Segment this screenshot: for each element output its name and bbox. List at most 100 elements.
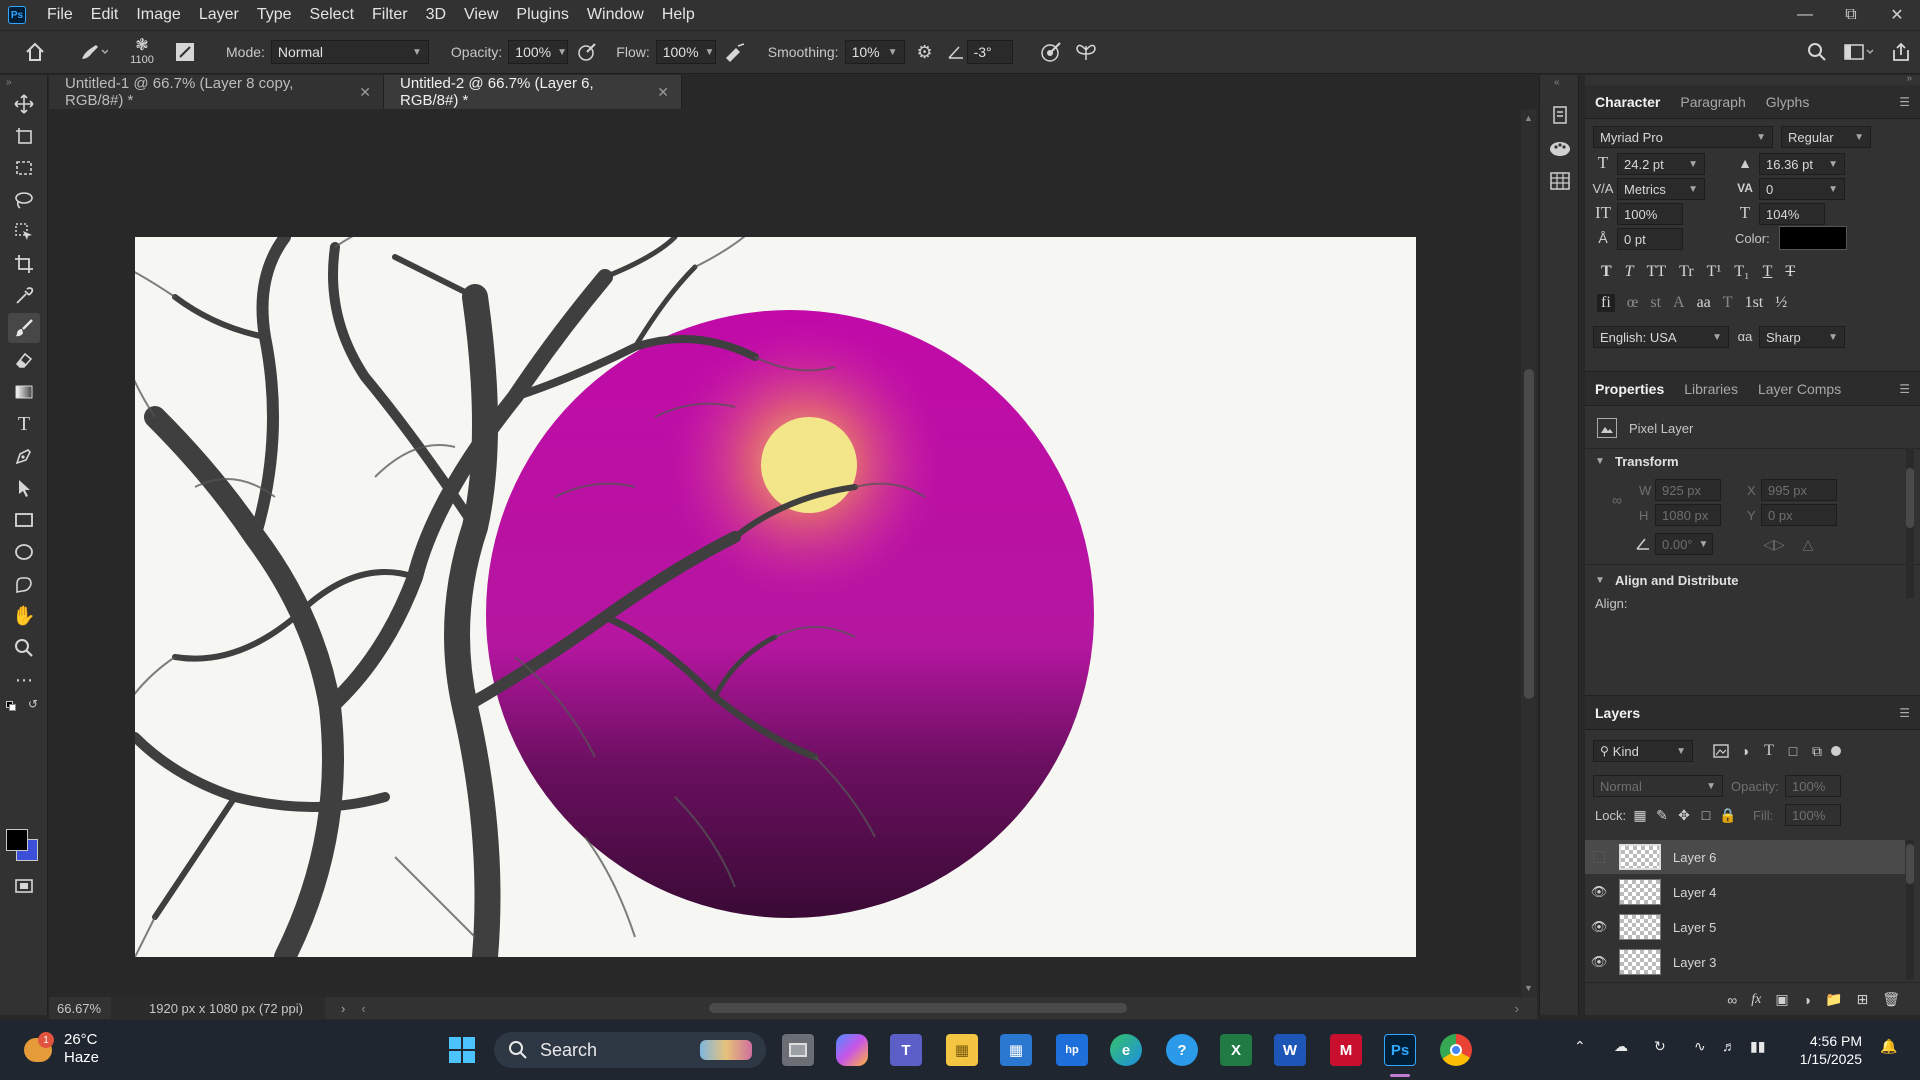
fractions-icon[interactable]: ½ (1775, 294, 1787, 312)
align-section-title[interactable]: Align and Distribute (1615, 573, 1739, 588)
new-group-folder-icon[interactable]: 📁 (1825, 991, 1842, 1008)
smoothing-settings-gear-icon[interactable]: ⚙ (905, 42, 945, 63)
show-hidden-icons-chevron-up-icon[interactable]: ⌃ (1574, 1038, 1586, 1055)
clock[interactable]: 4:56 PM 1/15/2025 (1790, 1032, 1862, 1068)
lock-artboard-icon[interactable]: □ (1697, 806, 1715, 824)
close-tab-icon[interactable]: ✕ (359, 84, 371, 101)
transform-section-title[interactable]: Transform (1615, 454, 1679, 469)
lock-position-icon[interactable]: ✥ (1675, 806, 1693, 824)
share-icon[interactable] (1882, 42, 1920, 62)
tab-libraries[interactable]: Libraries (1674, 372, 1748, 406)
lasso-tool-icon[interactable] (8, 185, 40, 215)
visibility-hidden-icon[interactable] (1585, 851, 1613, 863)
x-position-field[interactable]: 995 px (1761, 479, 1837, 501)
pressure-size-icon[interactable] (1031, 41, 1071, 63)
menu-filter[interactable]: Filter (363, 0, 417, 30)
close-icon[interactable]: ✕ (1874, 0, 1920, 30)
vertical-scrollbar[interactable]: ▲ ▼ (1521, 109, 1537, 997)
link-layers-icon[interactable]: ∞ (1727, 992, 1737, 1008)
excel-icon[interactable]: X (1220, 1034, 1252, 1066)
symmetry-butterfly-icon[interactable] (1071, 42, 1101, 62)
zoom-level[interactable]: 66.67% (49, 1001, 111, 1016)
swatches-grid-icon[interactable] (1548, 169, 1572, 193)
vertical-scroll-thumb[interactable] (1524, 369, 1534, 699)
stylistic-alternates-icon[interactable]: A (1673, 294, 1685, 312)
scroll-down-icon[interactable]: ▼ (1524, 983, 1533, 993)
y-position-field[interactable]: 0 px (1761, 504, 1837, 526)
tab-glyphs[interactable]: Glyphs (1756, 85, 1820, 119)
lock-image-pixels-icon[interactable]: ✎ (1653, 806, 1671, 824)
swap-colors-icon[interactable]: ↺ (28, 697, 38, 711)
leading-field[interactable]: 16.36 pt ▼ (1759, 153, 1845, 175)
layers-scrollbar[interactable] (1906, 840, 1914, 980)
custom-shape-tool-icon[interactable] (8, 569, 40, 599)
vertical-scale-field[interactable]: 100% (1617, 203, 1683, 225)
status-expand-icon[interactable]: › (341, 1001, 345, 1016)
titling-alternates-icon[interactable]: aa (1697, 294, 1711, 312)
layer-effects-icon[interactable]: fx (1751, 992, 1761, 1008)
layer-filter-kind-select[interactable]: ⚲ Kind ▼ (1593, 740, 1693, 762)
more-tools-icon[interactable]: ⋯ (8, 665, 40, 695)
flow-field[interactable]: 100% ▼ (655, 40, 716, 64)
menu-layer[interactable]: Layer (190, 0, 248, 30)
filter-smart-object-icon[interactable]: ⧉ (1807, 742, 1827, 760)
help-icon[interactable]: ? (1166, 1034, 1198, 1066)
language-select[interactable]: English: USA ▼ (1593, 326, 1729, 348)
taskbar-search[interactable]: Search (494, 1032, 766, 1068)
menu-file[interactable]: File (38, 0, 82, 30)
subscript-icon[interactable]: T₁ (1734, 263, 1749, 281)
flip-vertical-icon[interactable]: △ (1797, 534, 1819, 554)
antialias-select[interactable]: Sharp ▼ (1759, 326, 1845, 348)
eye-icon[interactable]: 👁 (1585, 954, 1613, 970)
fill-field[interactable]: 100% (1785, 804, 1841, 826)
chevron-down-icon[interactable]: ▼ (1595, 456, 1605, 467)
delete-layer-trash-icon[interactable]: 🗑 (1882, 991, 1900, 1008)
photoshop-taskbar-icon[interactable]: Ps (1384, 1034, 1416, 1066)
eye-icon[interactable]: 👁 (1585, 919, 1613, 935)
scroll-right-icon[interactable]: › (1515, 1001, 1519, 1016)
tracking-field[interactable]: 0 ▼ (1759, 178, 1845, 200)
crop-tool-icon[interactable] (8, 249, 40, 279)
new-layer-icon[interactable]: ⊞ (1856, 991, 1868, 1008)
volume-speaker-icon[interactable]: ♬ (1722, 1038, 1736, 1054)
scroll-left-icon[interactable]: ‹ (361, 1001, 365, 1016)
baseline-shift-field[interactable]: 0 pt (1617, 228, 1683, 250)
filter-adjustment-icon[interactable]: ◑ (1735, 742, 1755, 760)
font-style-select[interactable]: Regular ▼ (1781, 126, 1871, 148)
eraser-tool-icon[interactable] (8, 345, 40, 375)
layer-row-layer-3[interactable]: 👁 Layer 3 (1585, 945, 1905, 979)
panel-menu-icon[interactable]: ☰ (1899, 706, 1910, 720)
brush-angle-field[interactable]: -3° (966, 40, 1013, 64)
restore-icon[interactable]: ⧉ (1828, 0, 1874, 30)
height-field[interactable]: 1080 px (1655, 504, 1721, 526)
brush-tool-icon[interactable] (8, 313, 40, 343)
weather-widget[interactable]: 1 (24, 1032, 56, 1066)
width-field[interactable]: 925 px (1655, 479, 1721, 501)
collapse-right-panels-icon[interactable]: » (1906, 73, 1912, 84)
menu-image[interactable]: Image (127, 0, 189, 30)
lock-transparent-pixels-icon[interactable]: ▦ (1631, 806, 1649, 824)
edge-browser-icon[interactable]: e (1110, 1034, 1142, 1066)
history-icon[interactable] (1548, 103, 1572, 127)
file-explorer-folder-icon[interactable]: ▦ (946, 1034, 978, 1066)
smoothing-field[interactable]: 10% ▼ (844, 40, 905, 64)
properties-scrollbar[interactable] (1906, 448, 1914, 598)
faux-bold-icon[interactable]: T (1601, 263, 1612, 281)
chevron-down-icon[interactable]: ▼ (1595, 575, 1605, 586)
tab-paragraph[interactable]: Paragraph (1670, 85, 1755, 119)
superscript-icon[interactable]: T¹ (1707, 263, 1722, 281)
ordinals-icon[interactable]: T (1723, 294, 1733, 312)
quick-mask-icon[interactable] (8, 871, 40, 901)
lock-all-icon[interactable]: 🔒 (1719, 806, 1737, 824)
brush-preset-icon[interactable] (70, 41, 116, 63)
pen-tool-icon[interactable] (8, 441, 40, 471)
horizontal-scale-field[interactable]: 104% (1759, 203, 1825, 225)
add-mask-icon[interactable]: ▣ (1775, 991, 1788, 1008)
type-tool-icon[interactable]: T (8, 409, 40, 439)
weather-text[interactable]: 26°C Haze (64, 1031, 99, 1067)
layer-opacity-field[interactable]: 100% (1785, 775, 1841, 797)
brush-size-picker[interactable]: ❃ 1100 (116, 38, 168, 67)
battery-icon[interactable]: ▮▮ (1750, 1038, 1765, 1055)
close-tab-icon[interactable]: ✕ (657, 84, 669, 101)
small-caps-icon[interactable]: Tr (1679, 263, 1694, 281)
